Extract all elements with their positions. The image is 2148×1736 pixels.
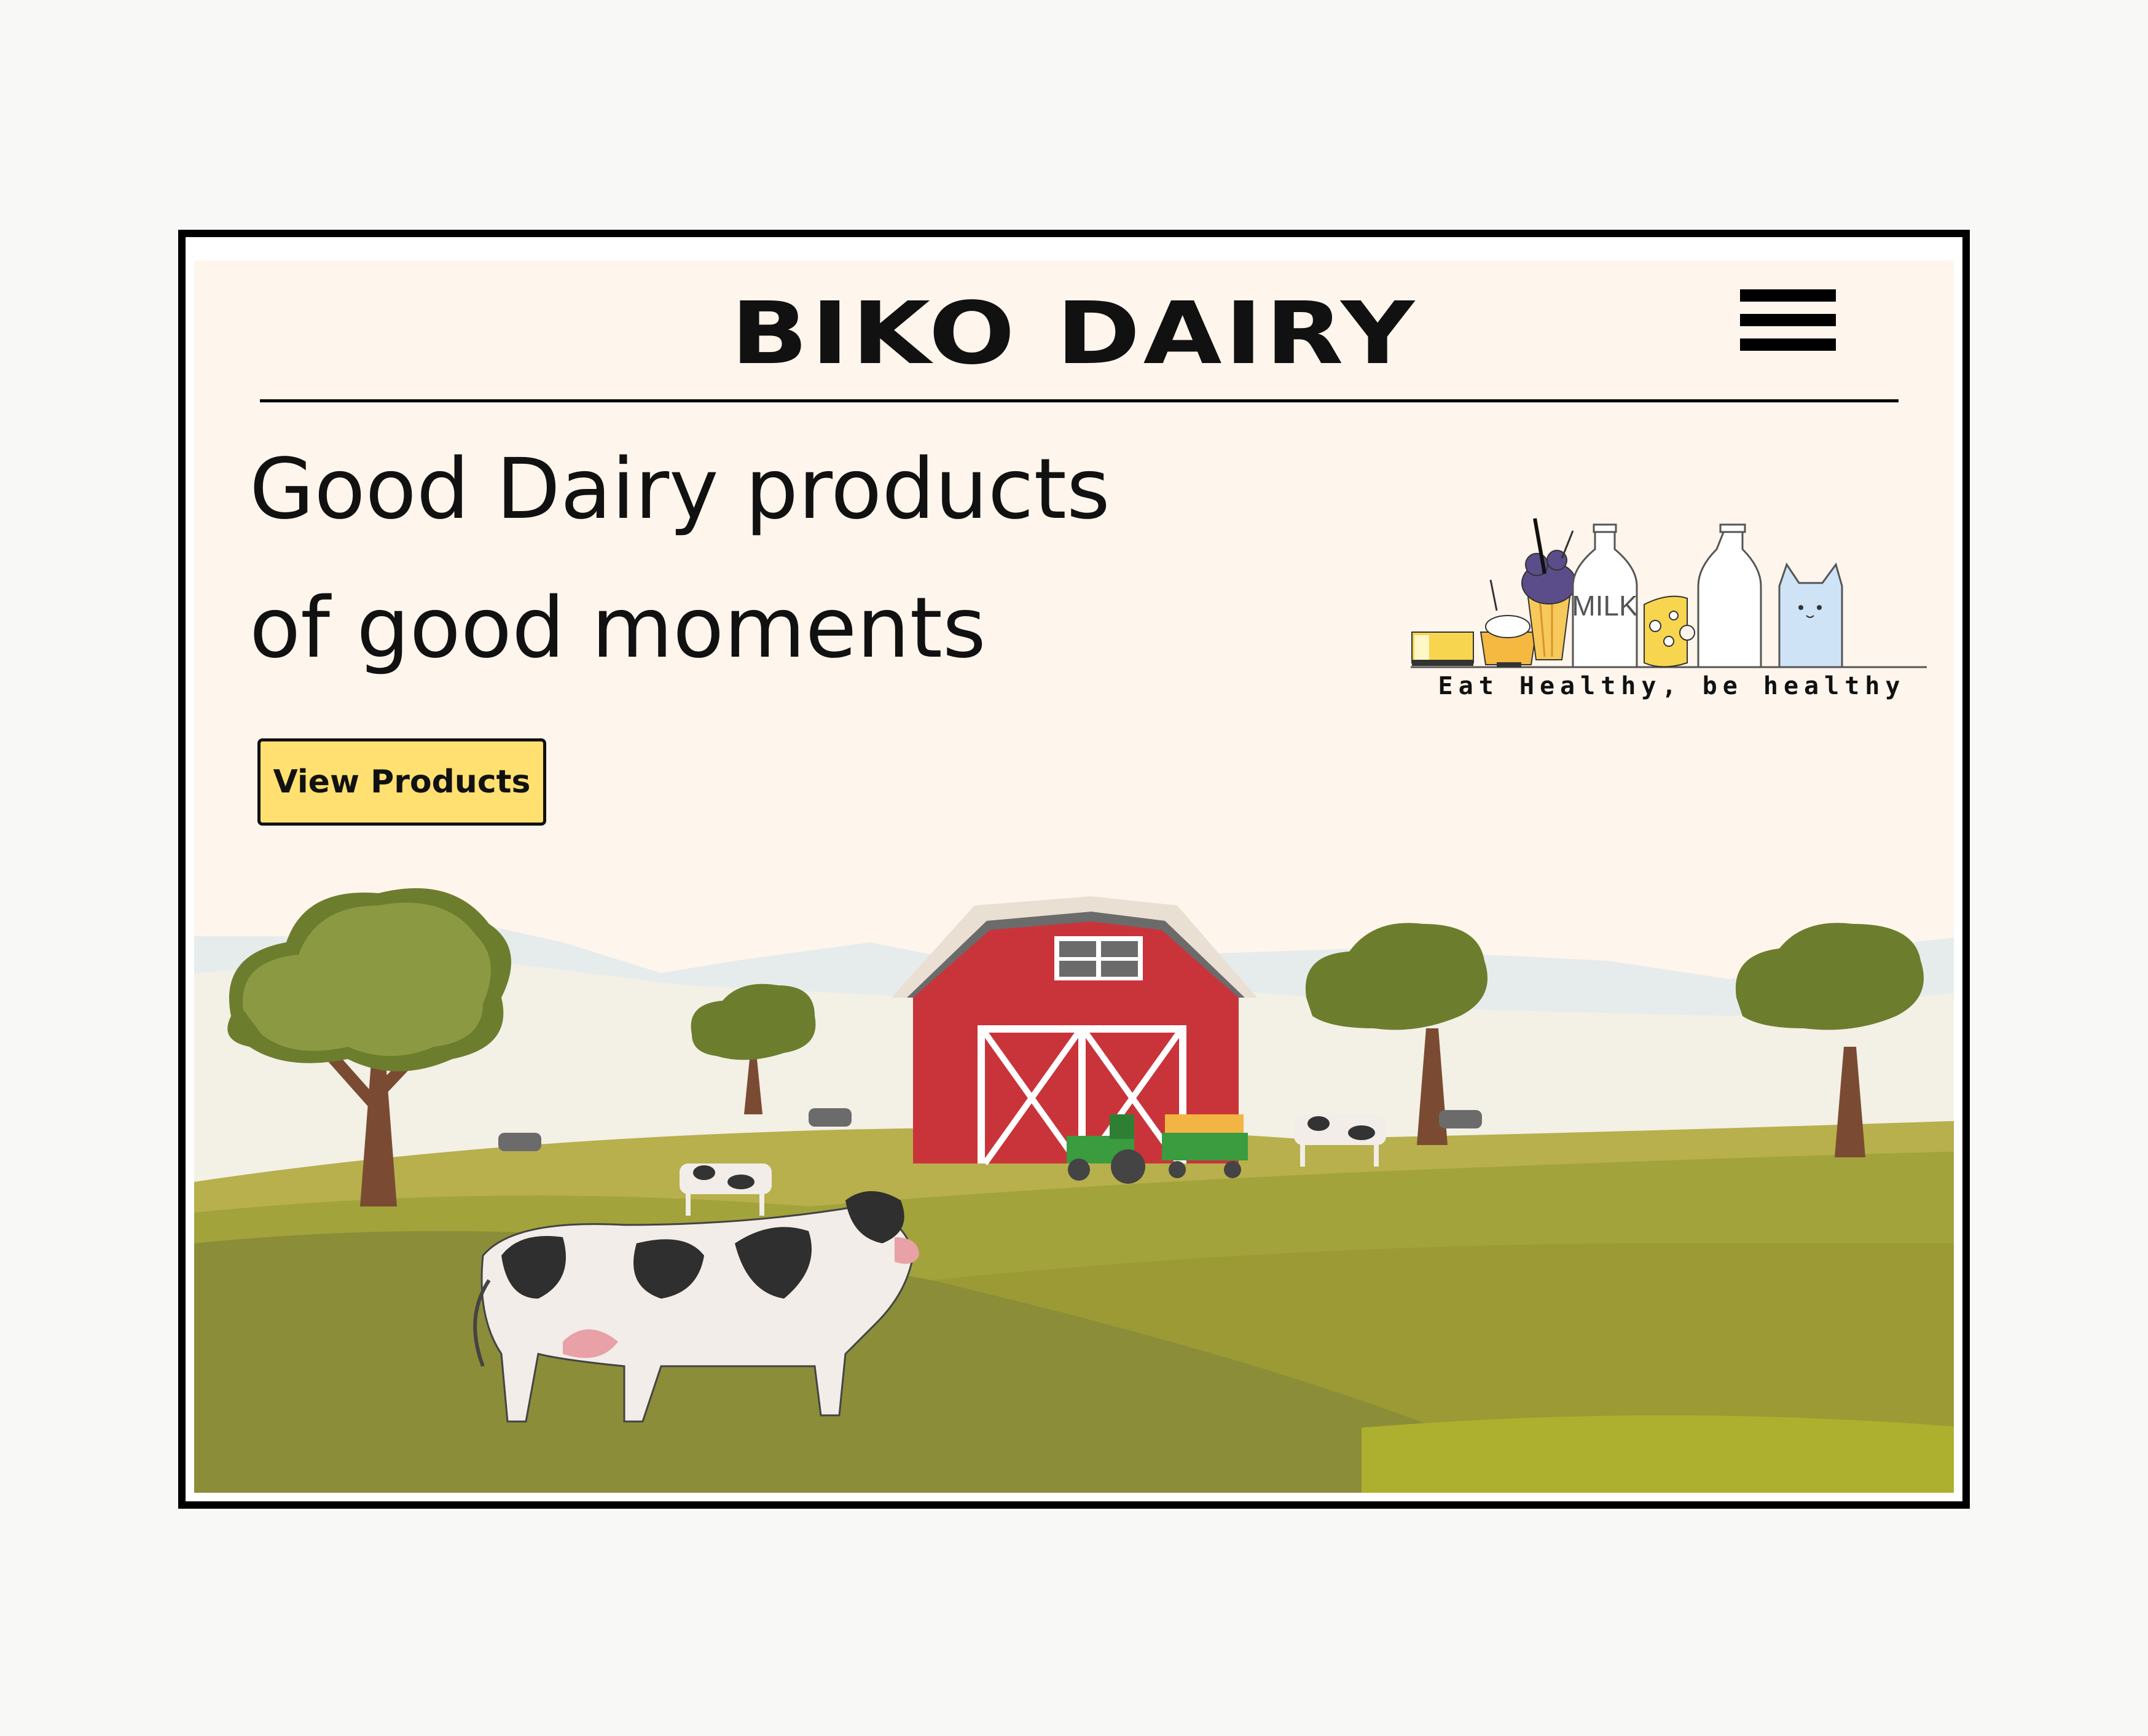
bottle-icon	[1697, 523, 1762, 668]
milk-label: MILK	[1572, 590, 1638, 622]
website-frame: BIKO DAIRY Good Dairy products of good m…	[178, 230, 1970, 1509]
landing-page: BIKO DAIRY Good Dairy products of good m…	[194, 260, 1954, 1493]
menu-bar-top	[1740, 289, 1836, 302]
cat-milk-carton-icon	[1778, 562, 1843, 668]
farm-scene-illustration	[194, 888, 1954, 1493]
product-tagline: Eat Healthy, be healthy	[1438, 672, 1906, 700]
milk-bottle-icon: MILK	[1572, 523, 1638, 668]
view-products-button[interactable]: View Products	[257, 738, 546, 826]
menu-bar-middle	[1740, 314, 1836, 326]
hamburger-menu-icon[interactable]	[1740, 289, 1836, 351]
cheese-icon	[1644, 595, 1695, 668]
hero-headline: Good Dairy products of good moments	[249, 420, 1110, 698]
headline-line-1: Good Dairy products	[249, 441, 1110, 538]
menu-bar-bottom	[1740, 338, 1836, 351]
brand-logo[interactable]: BIKO DAIRY	[194, 284, 1954, 384]
headline-line-2: of good moments	[249, 580, 986, 677]
header-divider	[260, 399, 1899, 402]
butter-icon	[1411, 631, 1474, 666]
